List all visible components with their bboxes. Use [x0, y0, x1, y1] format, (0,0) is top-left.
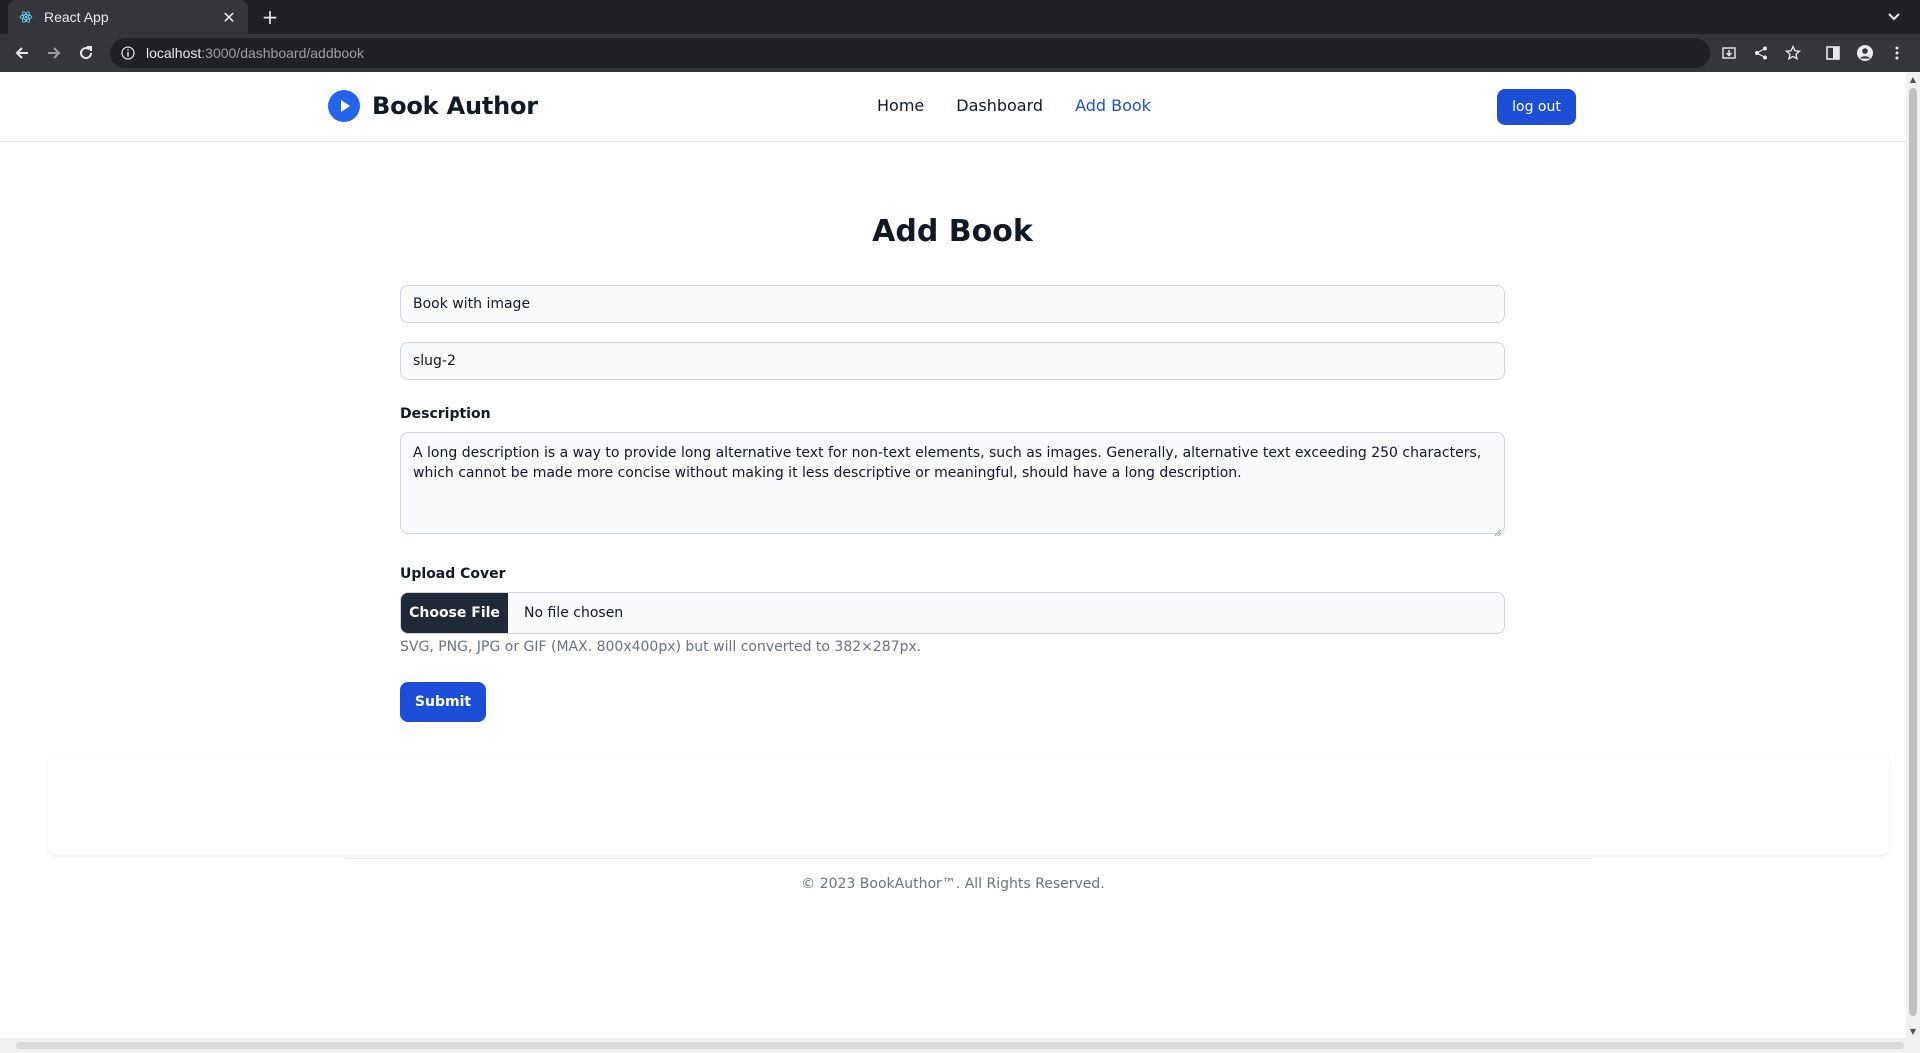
brand[interactable]: Book Author	[328, 90, 538, 122]
bookmark-star-icon[interactable]	[1783, 43, 1803, 63]
file-status: No file chosen	[524, 605, 624, 621]
slug-input[interactable]: slug-2	[400, 342, 1505, 380]
brand-name: Book Author	[372, 92, 538, 120]
nav-link-dashboard[interactable]: Dashboard	[956, 96, 1043, 115]
description-textarea[interactable]: A long description is a way to provide l…	[400, 432, 1505, 537]
horizontal-scroll-thumb[interactable]	[16, 1042, 1904, 1049]
upload-help-text: SVG, PNG, JPG or GIF (MAX. 800x400px) bu…	[400, 639, 922, 655]
description-label: Description	[400, 406, 491, 422]
info-icon[interactable]	[120, 45, 136, 61]
choose-file-button[interactable]: Choose File	[401, 593, 508, 633]
url-path: :3000/dashboard/addbook	[201, 45, 364, 61]
footer	[48, 755, 1889, 855]
scroll-down-icon[interactable]: ▼	[1909, 1027, 1917, 1036]
browser-tab-bar: React App ✕ +	[0, 0, 1920, 34]
react-icon	[18, 9, 34, 25]
logout-button[interactable]: log out	[1497, 89, 1576, 125]
tab-title: React App	[44, 9, 109, 25]
new-tab-icon[interactable]: +	[258, 5, 282, 29]
kebab-menu-icon[interactable]	[1887, 43, 1907, 63]
share-icon[interactable]	[1751, 43, 1771, 63]
horizontal-scrollbar[interactable]	[0, 1038, 1920, 1053]
vertical-scroll-thumb[interactable]	[1909, 88, 1917, 1016]
upload-cover-label: Upload Cover	[400, 566, 506, 582]
nav-links: Home Dashboard Add Book	[877, 96, 1183, 115]
chevron-down-icon[interactable]	[1884, 7, 1904, 27]
cover-file-input[interactable]: Choose File No file chosen	[400, 592, 1505, 634]
profile-icon[interactable]	[1855, 43, 1875, 63]
browser-tab[interactable]: React App ✕	[8, 0, 248, 34]
page-viewport: Book Author Home Dashboard Add Book log …	[0, 72, 1906, 1038]
resize-handle-icon[interactable]	[1494, 523, 1502, 537]
scroll-up-icon[interactable]: ▲	[1909, 75, 1917, 84]
play-logo-icon	[328, 90, 360, 122]
forward-arrow-icon[interactable]	[42, 41, 66, 65]
nav-link-add-book[interactable]: Add Book	[1075, 96, 1151, 115]
page-title: Add Book	[872, 214, 1033, 249]
back-arrow-icon[interactable]	[10, 41, 34, 65]
close-tab-icon[interactable]: ✕	[220, 8, 238, 27]
vertical-scrollbar[interactable]: ▲ ▼	[1906, 72, 1920, 1038]
site-navbar: Book Author Home Dashboard Add Book log …	[0, 72, 1906, 142]
footer-copyright: © 2023 BookAuthor™. All Rights Reserved.	[801, 876, 1105, 892]
submit-button[interactable]: Submit	[400, 682, 486, 722]
footer-divider	[346, 858, 1592, 859]
description-text: A long description is a way to provide l…	[413, 445, 1482, 481]
side-panel-icon[interactable]	[1823, 43, 1843, 63]
nav-link-home[interactable]: Home	[877, 96, 924, 115]
book-title-input[interactable]: Book with image	[400, 285, 1505, 323]
install-icon[interactable]	[1719, 43, 1739, 63]
browser-toolbar: localhost:3000/dashboard/addbook	[0, 34, 1920, 72]
address-bar[interactable]: localhost:3000/dashboard/addbook	[110, 38, 1710, 68]
url-host: localhost	[146, 45, 202, 61]
reload-icon[interactable]	[74, 41, 98, 65]
